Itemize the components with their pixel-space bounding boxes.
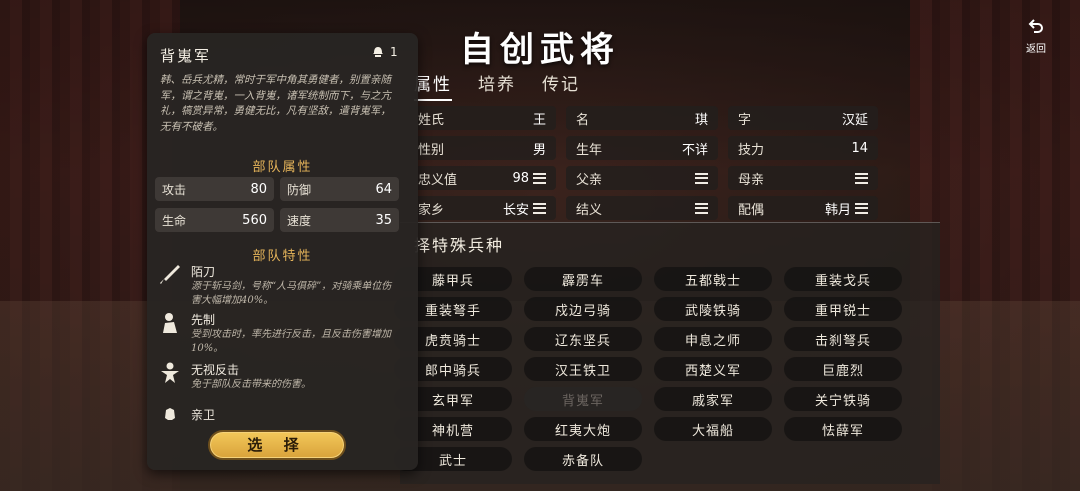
unit-traits-title: 部队特性 — [252, 249, 313, 264]
attribute-key: 配偶 — [738, 202, 765, 218]
menu-icon[interactable] — [695, 172, 708, 184]
attribute-field[interactable]: 生年 不详 — [566, 136, 718, 160]
attribute-value: 汉延 — [841, 112, 868, 128]
attribute-value-wrap — [691, 172, 708, 184]
attribute-value: 琪 — [694, 112, 708, 128]
attribute-value-wrap: 不详 — [682, 139, 708, 158]
back-arrow-icon — [1016, 18, 1056, 38]
attribute-value: 韩月 — [824, 202, 851, 218]
troop-option[interactable]: 戍边弓骑 — [524, 297, 642, 321]
attribute-field[interactable]: 技力 14 — [728, 136, 878, 160]
attribute-key: 母亲 — [738, 172, 765, 188]
troop-option[interactable]: 赤备队 — [524, 447, 642, 471]
attribute-field[interactable]: 字 汉延 — [728, 106, 878, 130]
unit-attributes-title: 部队属性 — [252, 160, 313, 175]
attribute-value: 98 — [512, 170, 529, 186]
attribute-field[interactable]: 姓氏 王 — [408, 106, 556, 130]
attribute-field[interactable]: 性别 男 — [408, 136, 556, 160]
menu-icon[interactable] — [855, 172, 868, 184]
attribute-key: 字 — [738, 112, 752, 128]
attribute-key: 姓氏 — [418, 112, 445, 128]
attribute-value: 男 — [532, 142, 546, 158]
troop-option[interactable]: 巨鹿烈 — [784, 357, 902, 381]
troop-section-title: 择特殊兵种 — [414, 236, 505, 255]
menu-icon[interactable] — [533, 202, 546, 214]
troop-option[interactable]: 武陵铁骑 — [654, 297, 772, 321]
attribute-value-wrap: 琪 — [695, 109, 708, 128]
helmet-guard-icon — [158, 406, 182, 430]
attribute-key: 结义 — [576, 202, 603, 218]
troop-grid: 藤甲兵 霹雳车 五都戟士 重装戈兵 重装弩手 戍边弓骑 武陵铁骑 重甲锐士 虎贲骑士 辽东坚兵 申息… — [394, 267, 902, 471]
tab-training[interactable]: 培养 — [478, 70, 516, 101]
warrior-icon — [158, 311, 182, 335]
card-description: 韩、岳兵尤精，常时于军中角其勇健者，别置亲随军，谓之背嵬，一入背嵬，诸军统制而下… — [160, 74, 391, 133]
attribute-key: 名 — [576, 112, 590, 128]
troop-option[interactable]: 戚家军 — [654, 387, 772, 411]
attribute-key: 父亲 — [576, 172, 603, 188]
blade-icon — [158, 263, 182, 287]
troop-option[interactable]: 五都戟士 — [654, 267, 772, 291]
attribute-field[interactable]: 忠义值 98 — [408, 166, 556, 190]
helmet-icon — [372, 46, 384, 58]
attribute-field[interactable]: 配偶 韩月 — [728, 196, 878, 220]
attribute-value-wrap: 98 — [512, 171, 546, 186]
attribute-key: 忠义值 — [418, 172, 458, 188]
back-label: 返回 — [1026, 44, 1046, 55]
back-button[interactable]: 返回 — [1016, 18, 1056, 55]
troop-option: 背嵬军 — [524, 387, 642, 411]
troop-option[interactable]: 霹雳车 — [524, 267, 642, 291]
attribute-value-wrap: 长安 — [503, 199, 546, 218]
attribute-value-wrap — [691, 202, 708, 214]
troop-option[interactable]: 关宁铁骑 — [784, 387, 902, 411]
attribute-value: 长安 — [502, 202, 529, 218]
select-button[interactable]: 选 择 — [208, 430, 346, 460]
attribute-field[interactable]: 结义 — [566, 196, 718, 220]
attribute-field[interactable]: 母亲 — [728, 166, 878, 190]
attribute-key: 生年 — [576, 142, 603, 158]
attribute-field[interactable]: 父亲 — [566, 166, 718, 190]
troop-option[interactable]: 击刹弩兵 — [784, 327, 902, 351]
troop-option[interactable]: 重装戈兵 — [784, 267, 902, 291]
menu-icon[interactable] — [533, 172, 546, 184]
attribute-field[interactable]: 家乡 长安 — [408, 196, 556, 220]
attribute-value: 王 — [532, 112, 546, 128]
fighter-icon — [158, 361, 182, 385]
unit-stat-grid: 攻击 80 防御 64 生命 560 速度 35 — [155, 177, 399, 232]
attribute-value: 14 — [851, 140, 868, 156]
troop-option[interactable]: 申息之师 — [654, 327, 772, 351]
attribute-value-wrap: 汉延 — [842, 109, 868, 128]
card-troop-name: 背嵬军 — [160, 47, 212, 65]
page-title: 自创武将 — [460, 30, 620, 70]
attribute-key: 技力 — [738, 142, 765, 158]
troop-option[interactable]: 汉王铁卫 — [524, 357, 642, 381]
troop-option[interactable]: 怯薛军 — [784, 417, 902, 441]
attribute-value-wrap: 王 — [533, 109, 546, 128]
attribute-value: 不详 — [681, 142, 708, 158]
card-count: 1 — [372, 45, 398, 59]
attribute-field[interactable]: 名琪 — [566, 106, 718, 130]
menu-icon[interactable] — [855, 202, 868, 214]
troop-option[interactable]: 西楚义军 — [654, 357, 772, 381]
troop-option[interactable]: 红夷大炮 — [524, 417, 642, 441]
attribute-value-wrap: 韩月 — [825, 199, 868, 218]
menu-icon[interactable] — [695, 202, 708, 214]
attribute-value-wrap: 男 — [533, 139, 546, 158]
troop-option[interactable]: 重甲锐士 — [784, 297, 902, 321]
card-count-value: 1 — [390, 45, 398, 59]
tab-biography[interactable]: 传记 — [542, 70, 580, 101]
attribute-value-wrap: 14 — [851, 141, 868, 156]
attribute-value-wrap — [851, 172, 868, 184]
attribute-key: 性别 — [418, 142, 445, 158]
attribute-grid: 姓氏王名琪字汉延 性别男生年 不详 技力 14 忠义值 98 父亲 母亲 家乡 长安 结义 配偶 韩月 — [408, 106, 878, 220]
tab-bar: 属性 培养 传记 — [414, 70, 580, 101]
stat-defense: 防御 64 — [280, 177, 399, 201]
attribute-key: 家乡 — [418, 202, 445, 218]
stat-attack: 攻击 80 — [155, 177, 274, 201]
troop-option[interactable]: 大福船 — [654, 417, 772, 441]
stat-health: 生命 560 — [155, 208, 274, 232]
troop-option[interactable]: 辽东坚兵 — [524, 327, 642, 351]
stat-speed: 速度 35 — [280, 208, 399, 232]
tab-attributes[interactable]: 属性 — [414, 70, 452, 101]
